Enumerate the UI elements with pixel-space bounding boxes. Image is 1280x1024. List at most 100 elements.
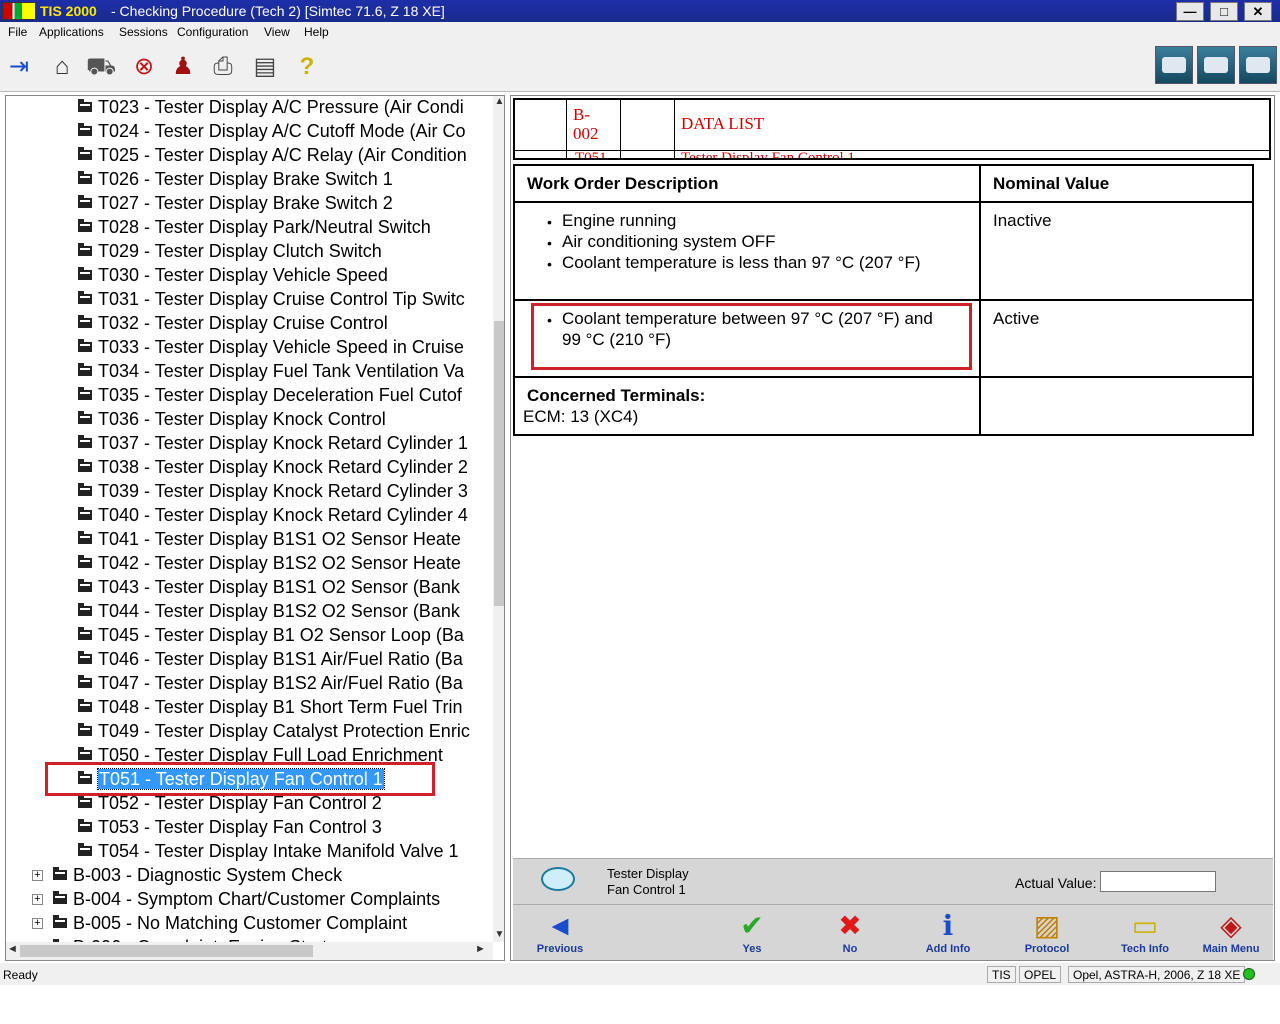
actual-value-label: Actual Value: [1015, 875, 1097, 891]
tree-item-label: T042 - Tester Display B1S2 O2 Sensor Hea… [98, 553, 461, 573]
tree-item[interactable]: T047 - Tester Display B1S2 Air/Fuel Rati… [78, 672, 490, 696]
table-divider [515, 201, 1252, 203]
info-bar: Tester Display Fan Control 1 Actual Valu… [513, 858, 1273, 904]
vehicle-icon[interactable]: ⛟ [86, 52, 116, 82]
tree-item[interactable]: T039 - Tester Display Knock Retard Cylin… [78, 480, 490, 504]
tree-item-label: T036 - Tester Display Knock Control [98, 409, 386, 429]
cross-icon: ✖ [838, 910, 862, 941]
notepad-icon[interactable]: ▤ [250, 52, 280, 82]
add-info-button[interactable]: ℹ Add Info [913, 909, 983, 959]
folder-icon [78, 531, 92, 544]
expand-icon[interactable]: + [32, 870, 43, 881]
vehicle-info-icon[interactable] [1239, 46, 1277, 84]
tree-item[interactable]: T024 - Tester Display A/C Cutoff Mode (A… [78, 120, 490, 144]
tree-item[interactable]: T038 - Tester Display Knock Retard Cylin… [78, 456, 490, 480]
tree-item-label: T023 - Tester Display A/C Pressure (Air … [98, 97, 464, 117]
menu-view[interactable]: View [264, 25, 290, 39]
tree-item[interactable]: T030 - Tester Display Vehicle Speed [78, 264, 490, 288]
tree-item[interactable]: T042 - Tester Display B1S2 O2 Sensor Hea… [78, 552, 490, 576]
minimize-button[interactable]: — [1176, 2, 1204, 21]
exit-icon[interactable]: ⇥ [4, 52, 34, 82]
tree-item[interactable]: T041 - Tester Display B1S1 O2 Sensor Hea… [78, 528, 490, 552]
tree-item[interactable]: T054 - Tester Display Intake Manifold Va… [78, 840, 490, 864]
tree-group[interactable]: B-003 - Diagnostic System Check [53, 864, 490, 888]
stop-icon[interactable]: ⊗ [129, 52, 159, 82]
folder-icon [78, 363, 92, 376]
tree-item[interactable]: T032 - Tester Display Cruise Control [78, 312, 490, 336]
tree-item[interactable]: T031 - Tester Display Cruise Control Tip… [78, 288, 490, 312]
print-icon[interactable]: ⎙ [208, 52, 238, 82]
tree-item[interactable]: T026 - Tester Display Brake Switch 1 [78, 168, 490, 192]
tree-group[interactable]: B-005 - No Matching Customer Complaint [53, 912, 490, 936]
tester-display-icon [541, 867, 575, 891]
expand-icon[interactable]: + [32, 894, 43, 905]
tree-group-label: B-003 - Diagnostic System Check [73, 865, 343, 885]
tech2-icon[interactable] [1155, 46, 1193, 84]
menu-sessions[interactable]: Sessions [119, 25, 168, 39]
section-code: B-002 [573, 105, 599, 143]
help-icon[interactable]: ? [292, 52, 322, 82]
tree-item-label: T048 - Tester Display B1 Short Term Fuel… [98, 697, 463, 717]
tree-item[interactable]: T025 - Tester Display A/C Relay (Air Con… [78, 144, 490, 168]
person-icon[interactable]: ♟ [168, 52, 198, 82]
tree-item[interactable]: T029 - Tester Display Clutch Switch [78, 240, 490, 264]
tree-item-label: T029 - Tester Display Clutch Switch [98, 241, 382, 261]
home-icon[interactable]: ⌂ [47, 52, 77, 82]
folder-icon [78, 435, 92, 448]
tree-item[interactable]: T028 - Tester Display Park/Neutral Switc… [78, 216, 490, 240]
next-code: T051 [575, 150, 607, 160]
status-segment-system: TIS [987, 966, 1016, 983]
folder-icon [78, 723, 92, 736]
folder-icon [53, 891, 67, 904]
menu-bar: File Applications Sessions Configuration… [0, 22, 1280, 42]
status-segment-brand: OPEL [1019, 966, 1062, 983]
tree-item[interactable]: T045 - Tester Display B1 O2 Sensor Loop … [78, 624, 490, 648]
tree-item[interactable]: T035 - Tester Display Deceleration Fuel … [78, 384, 490, 408]
tech-info-button[interactable]: ▭ Tech Info [1110, 909, 1180, 959]
maximize-button[interactable]: □ [1210, 2, 1238, 21]
menu-applications[interactable]: Applications [39, 25, 104, 39]
tree-item[interactable]: T033 - Tester Display Vehicle Speed in C… [78, 336, 490, 360]
menu-help[interactable]: Help [304, 25, 329, 39]
no-button[interactable]: ✖ No [815, 909, 885, 959]
tree-horizontal-scrollbar[interactable]: ◄ ► [6, 942, 493, 960]
tree-item[interactable]: T037 - Tester Display Knock Retard Cylin… [78, 432, 490, 456]
tree-item[interactable]: T049 - Tester Display Catalyst Protectio… [78, 720, 490, 744]
yes-button[interactable]: ✔ Yes [717, 909, 787, 959]
tree-item[interactable]: T040 - Tester Display Knock Retard Cylin… [78, 504, 490, 528]
main-menu-button[interactable]: ◈ Main Menu [1196, 909, 1266, 959]
tree-item-label: T040 - Tester Display Knock Retard Cylin… [98, 505, 468, 525]
tree-item[interactable]: T027 - Tester Display Brake Switch 2 [78, 192, 490, 216]
menu-configuration[interactable]: Configuration [177, 25, 248, 39]
tree-item-label: T052 - Tester Display Fan Control 2 [98, 793, 382, 813]
checkmark-icon: ✔ [740, 910, 764, 941]
expand-icon[interactable]: + [32, 918, 43, 929]
scroll-down-icon[interactable]: ▼ [493, 929, 504, 942]
tree-item[interactable]: T023 - Tester Display A/C Pressure (Air … [78, 96, 490, 120]
scroll-right-icon[interactable]: ► [474, 943, 487, 957]
tree-item[interactable]: T036 - Tester Display Knock Control [78, 408, 490, 432]
tree-item-label: T046 - Tester Display B1S1 Air/Fuel Rati… [98, 649, 463, 669]
previous-button[interactable]: ◄ Previous [525, 909, 595, 959]
tree-item[interactable]: T044 - Tester Display B1S2 O2 Sensor (Ba… [78, 600, 490, 624]
scroll-up-icon[interactable]: ▲ [493, 96, 504, 109]
tree-item[interactable]: T034 - Tester Display Fuel Tank Ventilat… [78, 360, 490, 384]
tree-scroll-thumb[interactable] [494, 321, 504, 606]
actual-value-input[interactable] [1100, 871, 1216, 892]
tree-vertical-scrollbar[interactable]: ▲ ▼ [493, 96, 504, 942]
close-button[interactable]: ✕ [1244, 2, 1272, 21]
tree-item[interactable]: T043 - Tester Display B1S1 O2 Sensor (Ba… [78, 576, 490, 600]
menu-file[interactable]: File [8, 25, 27, 39]
tree-item[interactable]: T053 - Tester Display Fan Control 3 [78, 816, 490, 840]
tree-item-label: T041 - Tester Display B1S1 O2 Sensor Hea… [98, 529, 461, 549]
protocol-button[interactable]: ▨ Protocol [1012, 909, 1082, 959]
tree-group[interactable]: B-004 - Symptom Chart/Customer Complaint… [53, 888, 490, 912]
content-panel: B-002 DATA LIST T051 Tester Display Fan … [510, 95, 1275, 961]
info-icon: ℹ [942, 910, 954, 941]
tree-item[interactable]: T046 - Tester Display B1S1 Air/Fuel Rati… [78, 648, 490, 672]
tree-hscroll-thumb[interactable] [20, 945, 313, 957]
condition-text: Coolant temperature is less than 97 °C (… [562, 253, 921, 272]
scroll-left-icon[interactable]: ◄ [6, 943, 19, 957]
tree-item[interactable]: T048 - Tester Display B1 Short Term Fuel… [78, 696, 490, 720]
vehicle-diagnostics-icon[interactable] [1197, 46, 1235, 84]
